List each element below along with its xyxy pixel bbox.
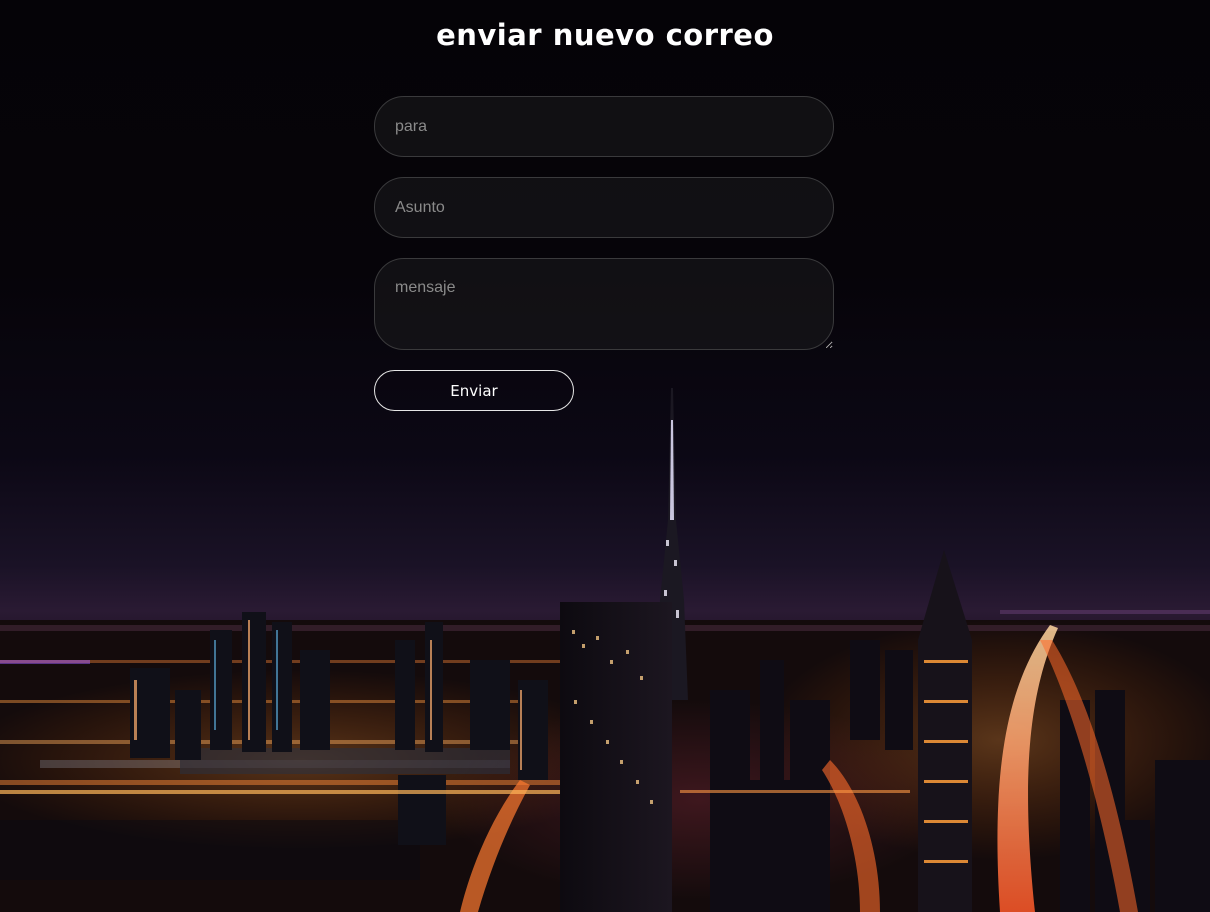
subject-field[interactable] — [374, 177, 834, 238]
to-field[interactable] — [374, 96, 834, 157]
send-button[interactable]: Enviar — [374, 370, 574, 411]
message-textarea[interactable] — [374, 258, 834, 350]
page-title: enviar nuevo correo — [436, 18, 774, 52]
page: enviar nuevo correo Enviar — [0, 0, 1210, 912]
